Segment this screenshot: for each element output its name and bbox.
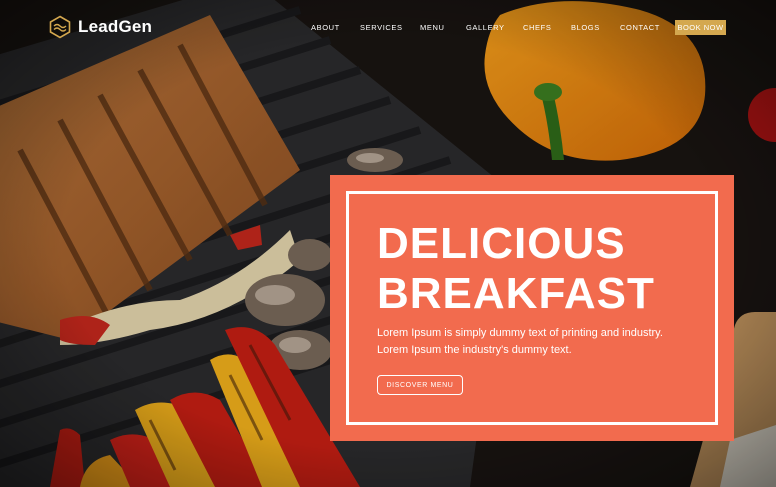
nav-item-gallery[interactable]: GALLERY bbox=[466, 20, 505, 36]
nav-item-services[interactable]: SERVICES bbox=[360, 20, 403, 36]
hero-section: LeadGen ABOUT SERVICES MENU GALLERY CHEF… bbox=[0, 0, 776, 487]
discover-menu-button[interactable]: DISCOVER MENU bbox=[377, 375, 463, 395]
top-navigation: LeadGen ABOUT SERVICES MENU GALLERY CHEF… bbox=[0, 0, 776, 56]
hero-card: DELICIOUS BREAKFAST Lorem Ipsum is simpl… bbox=[330, 175, 734, 441]
main-menu: ABOUT SERVICES MENU GALLERY CHEFS BLOGS … bbox=[0, 20, 776, 36]
nav-item-about[interactable]: ABOUT bbox=[311, 20, 340, 36]
nav-item-menu[interactable]: MENU bbox=[420, 20, 444, 36]
nav-item-chefs[interactable]: CHEFS bbox=[523, 20, 551, 36]
book-now-button[interactable]: BOOK NOW bbox=[675, 20, 726, 35]
headline-line-2: BREAKFAST bbox=[377, 269, 655, 318]
headline-line-1: DELICIOUS bbox=[377, 219, 626, 268]
hero-description: Lorem Ipsum is simply dummy text of prin… bbox=[377, 327, 663, 356]
nav-item-blogs[interactable]: BLOGS bbox=[571, 20, 600, 36]
hero-headline: DELICIOUS BREAKFAST bbox=[377, 219, 655, 319]
nav-item-contact[interactable]: CONTACT bbox=[620, 20, 660, 36]
